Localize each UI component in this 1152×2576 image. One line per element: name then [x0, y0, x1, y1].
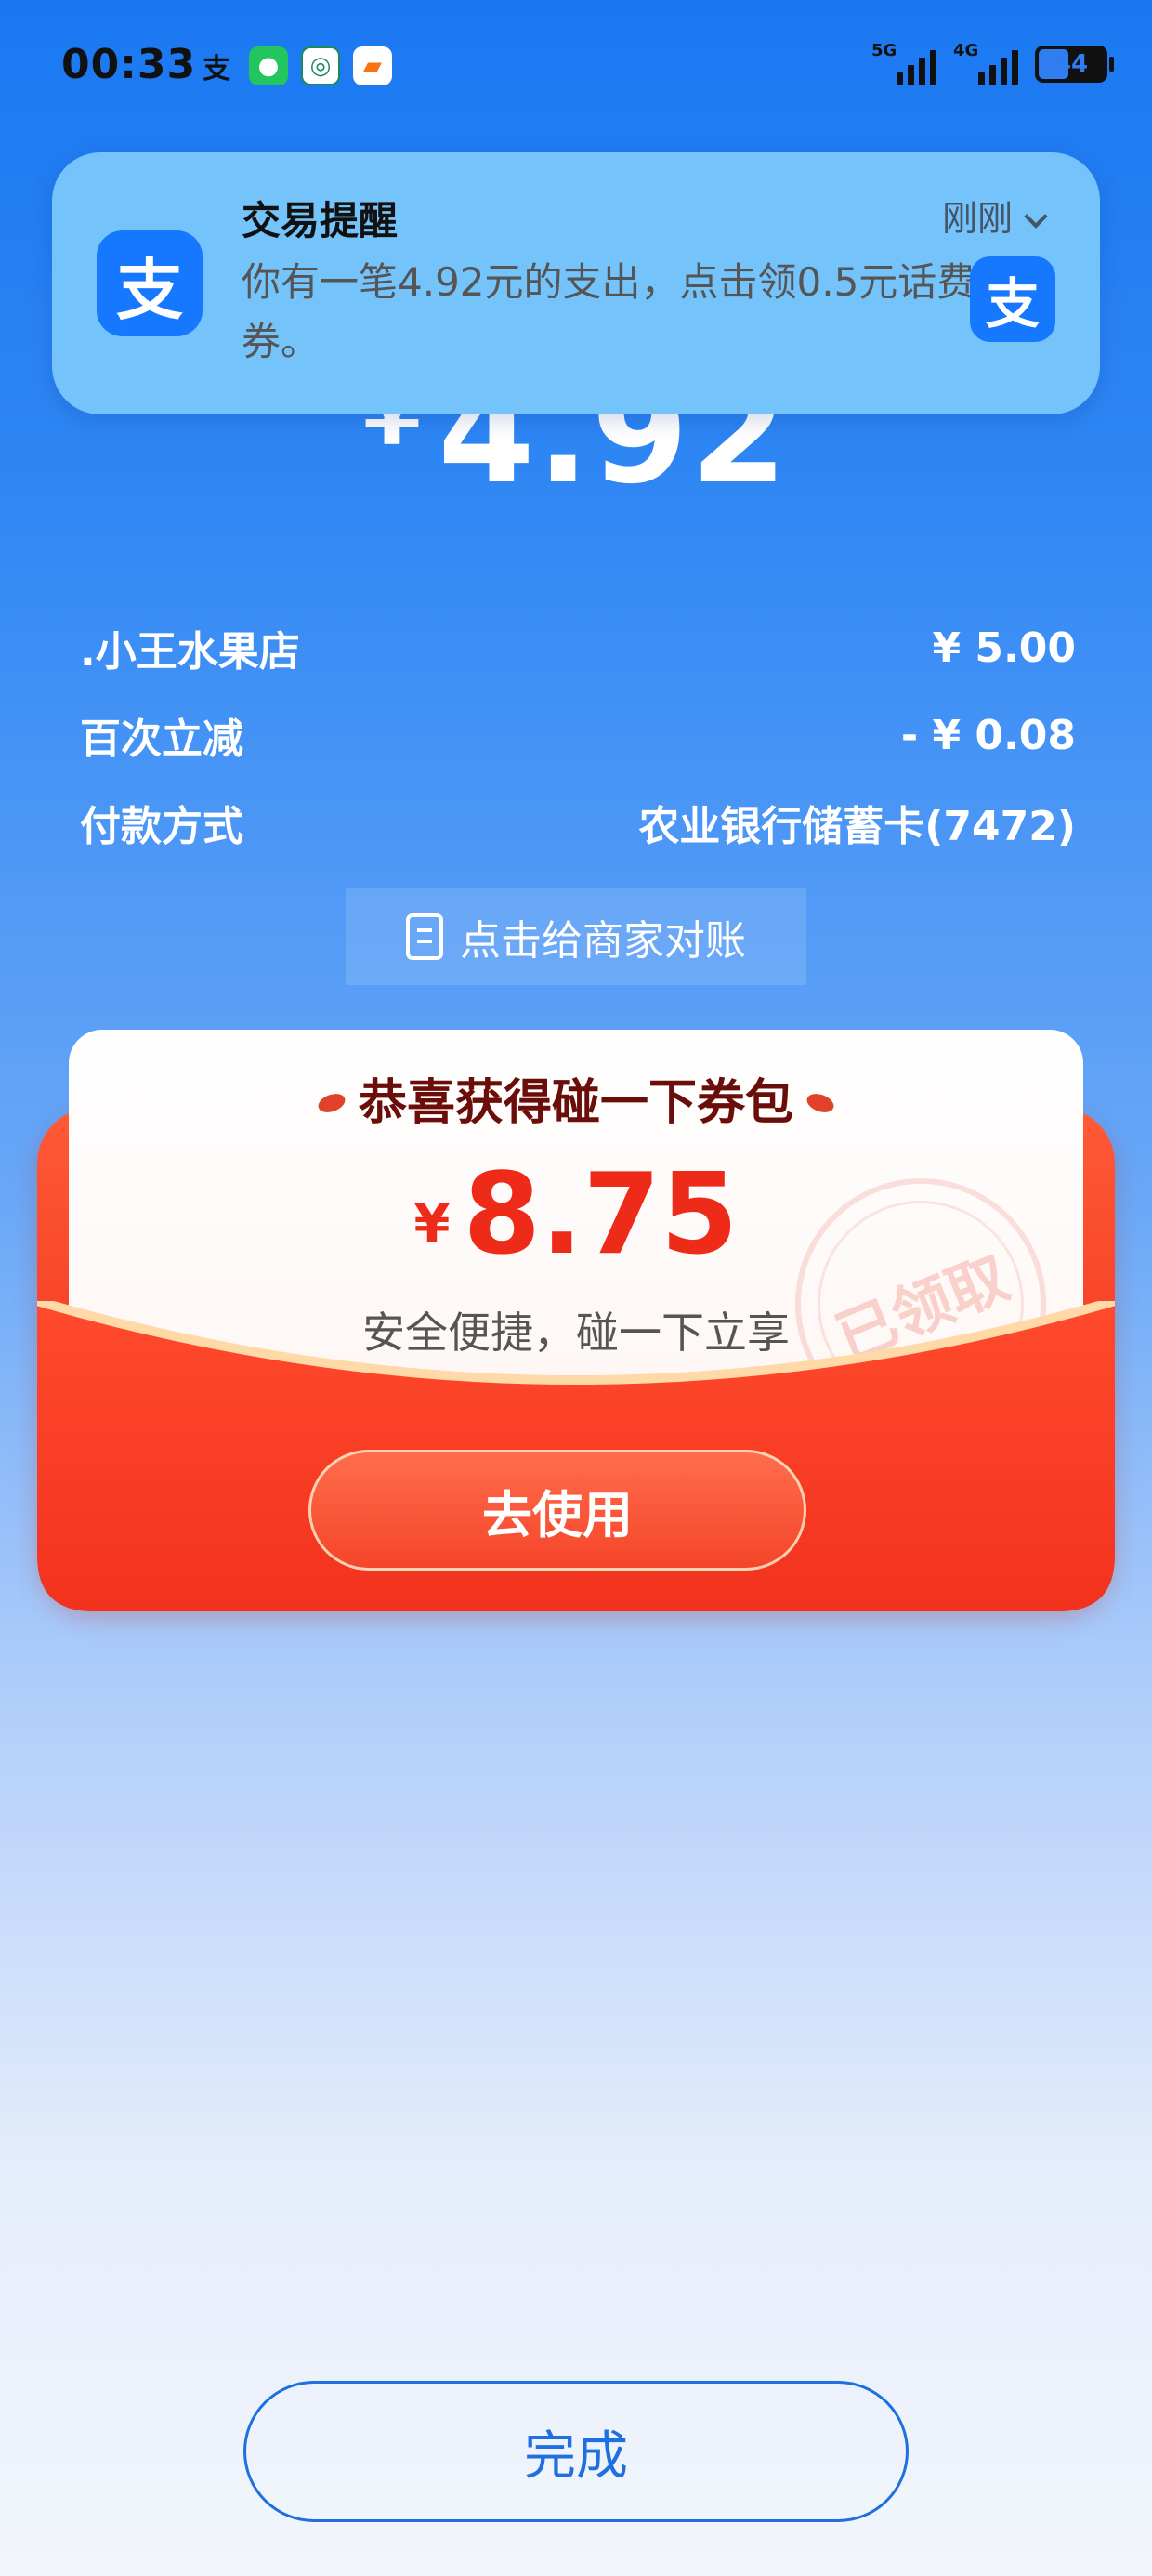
- signal-4g-icon: 4G: [953, 41, 1018, 85]
- coupon-currency: ¥: [413, 1194, 451, 1255]
- detail-value: - ¥ 0.08: [900, 711, 1076, 759]
- use-coupon-button[interactable]: 去使用: [308, 1450, 806, 1571]
- system-icons: 5G 4G 44: [871, 41, 1114, 85]
- wechat-icon: ●: [249, 46, 288, 85]
- signal-4g-label: 4G: [953, 41, 979, 60]
- notification-icons: 支 ● ◎ ▰: [197, 46, 392, 85]
- transaction-notification[interactable]: 支 交易提醒 刚刚 你有一笔4.92元的支出，点击领0.5元话费券。 支: [52, 152, 1100, 414]
- coupon-title-text: 恭喜获得碰一下券包: [358, 1075, 793, 1131]
- detail-label: .小王水果店: [80, 628, 300, 676]
- reconcile-button[interactable]: 点击给商家对账: [346, 888, 806, 985]
- sparkle-right-icon: [804, 1090, 837, 1116]
- detail-row-discount: 百次立减 - ¥ 0.08: [80, 691, 1076, 779]
- detail-value: ¥ 5.00: [932, 624, 1077, 672]
- detail-label: 百次立减: [80, 716, 243, 763]
- sparkle-left-icon: [315, 1090, 348, 1116]
- detail-row-payment-method: 付款方式 农业银行储蓄卡(7472): [80, 779, 1076, 866]
- reconcile-label: 点击给商家对账: [460, 917, 746, 965]
- detail-value: 农业银行储蓄卡(7472): [638, 803, 1076, 850]
- payment-details: .小王水果店 ¥ 5.00 百次立减 - ¥ 0.08 付款方式 农业银行储蓄卡…: [80, 604, 1076, 866]
- detail-row-merchant: .小王水果店 ¥ 5.00: [80, 604, 1076, 691]
- alipay-app-icon: 支: [97, 230, 203, 336]
- document-icon: [406, 913, 443, 960]
- battery-level: 44: [1054, 50, 1089, 78]
- notification-body: 你有一笔4.92元的支出，点击领0.5元话费券。: [242, 259, 976, 364]
- alipay-logo-icon: 支: [970, 256, 1055, 342]
- chevron-down-icon[interactable]: [1024, 204, 1048, 229]
- status-bar: 00:33 支 ● ◎ ▰ 5G 4G 44: [0, 0, 1152, 139]
- alipay-icon: 支: [203, 53, 230, 85]
- notification-time-label: 刚刚: [941, 198, 1013, 239]
- notification-title: 交易提醒: [242, 198, 399, 243]
- coupon-title: 恭喜获得碰一下券包: [69, 1063, 1083, 1133]
- coupon-amount-value: 8.75: [463, 1150, 739, 1280]
- bank-icon: ◎: [301, 46, 340, 85]
- battery-icon: 44: [1035, 46, 1114, 83]
- detail-label: 付款方式: [80, 803, 243, 850]
- status-clock: 00:33: [61, 41, 197, 88]
- done-button[interactable]: 完成: [243, 2381, 909, 2522]
- game-icon: ▰: [353, 46, 392, 85]
- signal-5g-label: 5G: [871, 41, 897, 60]
- notification-time[interactable]: 刚刚: [941, 190, 1048, 241]
- signal-5g-icon: 5G: [871, 41, 936, 85]
